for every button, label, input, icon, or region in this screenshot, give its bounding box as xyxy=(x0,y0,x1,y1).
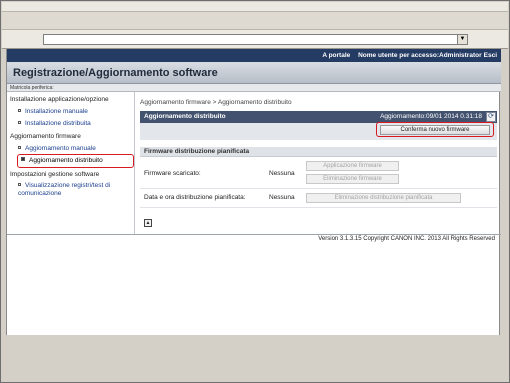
sidebar-item-label: Installazione distribuita xyxy=(25,120,91,127)
sidebar-section-install: Installazione applicazione/opzione xyxy=(10,96,109,103)
section-title: Firmware distribuzione pianificata xyxy=(144,148,250,155)
delete-firmware-button[interactable]: Eliminazione firmware xyxy=(306,174,399,184)
address-input[interactable]: ▼ xyxy=(43,34,468,45)
sidebar-item-label: Installazione manuale xyxy=(25,108,88,115)
downloaded-firmware-value: Nessuna xyxy=(269,170,295,177)
panel-body: Conferma nuovo firmware xyxy=(140,122,497,140)
panel-title: Aggiornamento distribuito xyxy=(144,113,226,120)
scheduled-date-value: Nessuna xyxy=(269,194,295,201)
sidebar-item-manual-update[interactable]: Aggiornamento manuale xyxy=(18,145,96,152)
device-serial-bar: Matricola periferica: xyxy=(7,84,501,92)
apply-firmware-button[interactable]: Applicazione firmware xyxy=(306,161,399,171)
sidebar-item-label: Aggiornamento manuale xyxy=(25,145,96,152)
sidebar-section-firmware: Aggiornamento firmware xyxy=(10,133,81,140)
browser-toolbar xyxy=(2,12,508,30)
browser-menubar xyxy=(2,2,508,12)
browser-window: ▼ A portale Nome utente per accesso:Admi… xyxy=(0,0,510,383)
section-header: Firmware distribuzione pianificata xyxy=(140,147,497,157)
top-navigation: A portale Nome utente per accesso:Admini… xyxy=(7,49,501,62)
footer-divider xyxy=(7,234,501,235)
bullet-icon xyxy=(18,183,21,186)
web-page: A portale Nome utente per accesso:Admini… xyxy=(6,49,501,335)
main-content: Aggiornamento firmware > Aggiornamento d… xyxy=(136,92,501,234)
refresh-icon[interactable]: ⟳ xyxy=(486,112,496,122)
sidebar-item-label: Aggiornamento distribuito xyxy=(29,157,103,164)
logout-link[interactable]: Esci xyxy=(484,52,497,59)
sidebar-item-manual-install[interactable]: Installazione manuale xyxy=(18,108,88,115)
confirm-firmware-button[interactable]: Conferma nuovo firmware xyxy=(380,125,490,135)
bullet-icon xyxy=(18,146,21,149)
downloaded-firmware-label: Firmware scaricato: xyxy=(144,170,201,177)
user-label: Nome utente per accesso:Administrator xyxy=(358,52,482,59)
last-updated: Aggiornamento:09/01 2014 0.31:18 xyxy=(380,113,482,120)
bullet-icon xyxy=(18,121,21,124)
breadcrumb: Aggiornamento firmware > Aggiornamento d… xyxy=(140,99,292,106)
sidebar-item-log-view[interactable]: Visualizzazione registri/test di comunic… xyxy=(18,182,128,198)
page-title: Registrazione/Aggiornamento software xyxy=(13,67,218,79)
delete-scheduled-distribution-button[interactable]: Eliminazione distribuzione pianificata xyxy=(306,193,461,203)
portal-link[interactable]: A portale xyxy=(322,52,350,59)
sidebar-item-distributed-install[interactable]: Installazione distribuita xyxy=(18,120,91,127)
sidebar-section-management: Impostazioni gestione software xyxy=(10,171,100,178)
address-dropdown-icon[interactable]: ▼ xyxy=(457,34,468,45)
address-bar: ▼ xyxy=(2,30,508,49)
divider xyxy=(140,207,497,208)
selected-bullet-icon xyxy=(21,157,25,161)
sidebar-item-distributed-update[interactable]: Aggiornamento distribuito xyxy=(21,157,103,164)
bullet-icon xyxy=(18,109,21,112)
divider xyxy=(140,188,497,189)
page-header: Registrazione/Aggiornamento software xyxy=(7,62,501,84)
device-serial-label: Matricola periferica: xyxy=(10,85,54,91)
footer-copyright: Version 3.1.3.15 Copyright CANON INC. 20… xyxy=(318,236,495,242)
scroll-top-icon[interactable]: ▲ xyxy=(144,219,152,227)
sidebar-item-label: Visualizzazione registri/test di comunic… xyxy=(18,182,111,197)
sidebar: Installazione applicazione/opzione Insta… xyxy=(7,92,135,234)
scheduled-date-label: Data e ora distribuzione pianificata: xyxy=(144,194,246,201)
